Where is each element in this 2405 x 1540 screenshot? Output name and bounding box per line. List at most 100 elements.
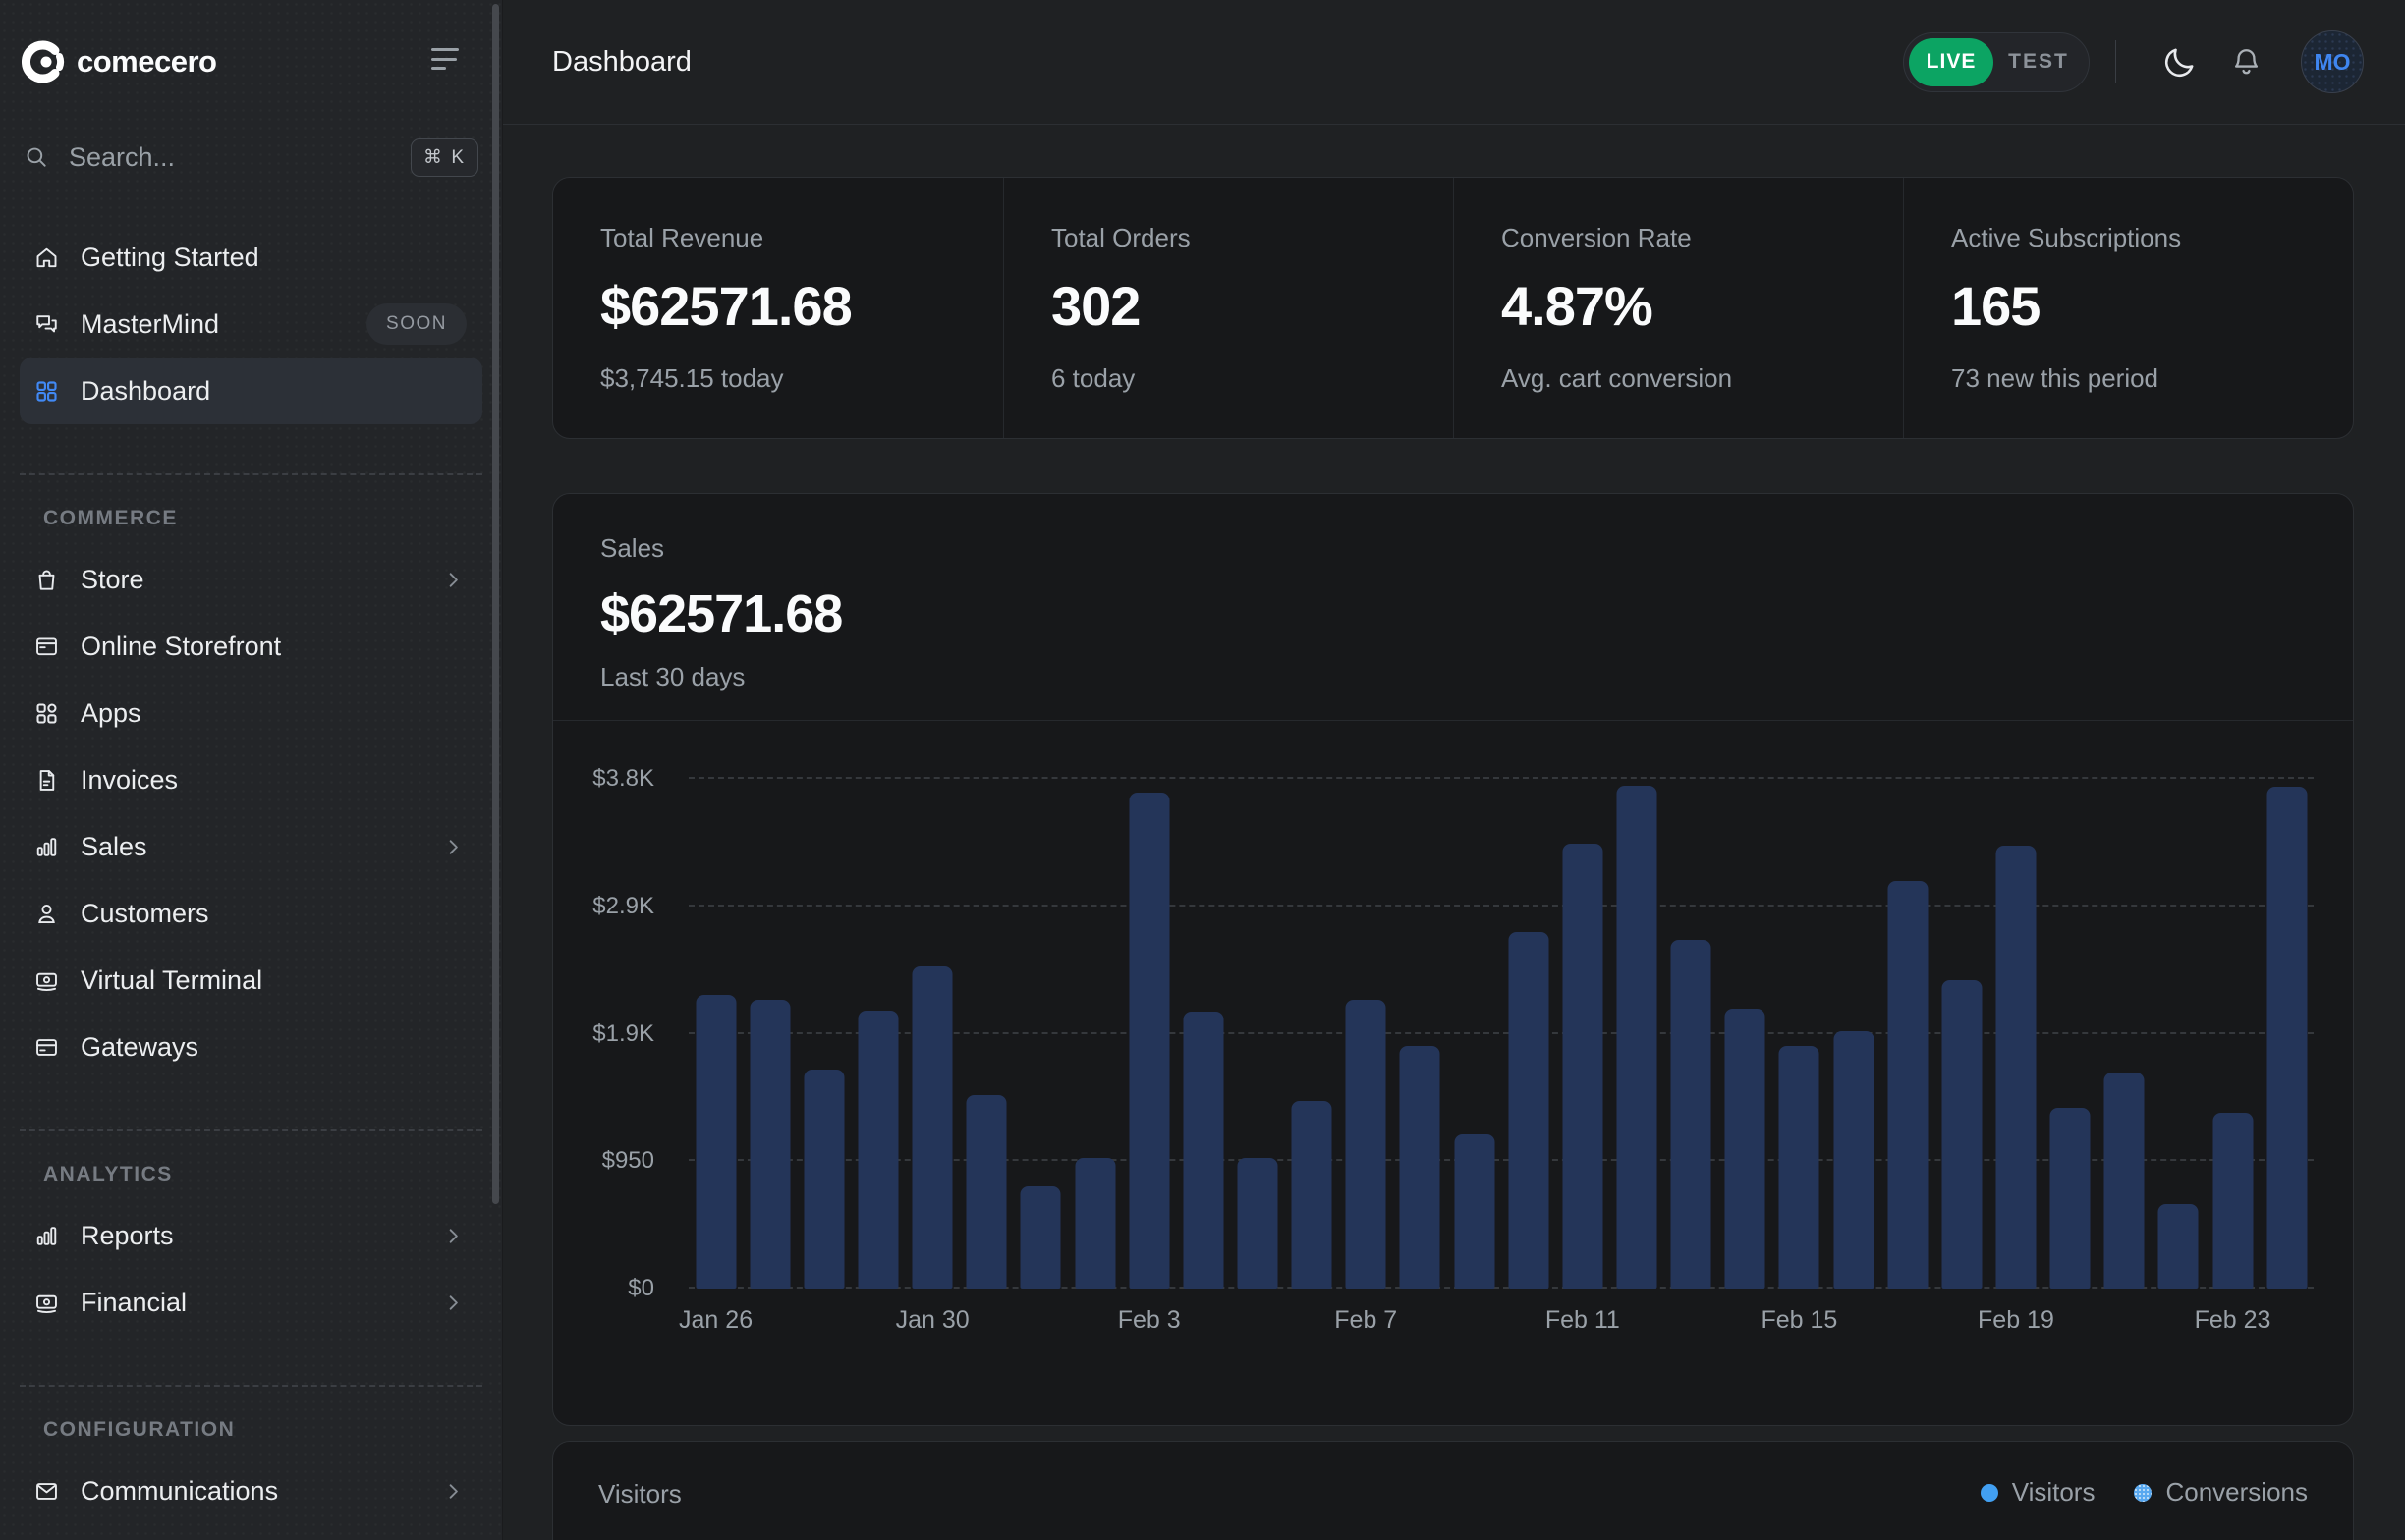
stat-subtext: $3,745.15 today — [600, 363, 956, 394]
legend-item-visitors: Visitors — [1981, 1477, 2096, 1508]
chart-bar-slot — [1393, 779, 1447, 1289]
x-axis-tick: Feb 7 — [1334, 1306, 1397, 1335]
notifications-button[interactable] — [2213, 45, 2279, 80]
sidebar-item-dashboard[interactable]: Dashboard — [20, 358, 482, 424]
comecero-logo[interactable]: comecero — [20, 39, 216, 84]
sidebar-nav: Getting StartedMasterMindSOON Dashboard CO… — [20, 224, 482, 1524]
chart-bar-slot — [2043, 779, 2097, 1289]
sidebar-collapse-button[interactable] — [431, 46, 461, 72]
sales-bar-feb-15 — [1779, 1046, 1819, 1289]
y-axis-tick: $2.9K — [592, 893, 654, 920]
stats-row: Total Revenue$62571.68$3,745.15 todayTot… — [552, 177, 2354, 439]
sidebar-item-customers[interactable]: Customers — [20, 880, 482, 947]
top-bar-actions: LIVE TEST — [1903, 30, 2364, 93]
sales-bar-chart: $0$950$1.9K$2.9K$3.8KJan 26Jan 30Feb 3Fe… — [553, 721, 2353, 1425]
chart-bar-slot — [1664, 779, 1718, 1289]
sales-bar-feb-1 — [1021, 1186, 1061, 1289]
chevron-right-icon — [442, 1292, 465, 1314]
sidebar-scrollbar[interactable] — [492, 4, 499, 1204]
chart-bar-slot — [2097, 779, 2152, 1289]
stat-value: $62571.68 — [600, 279, 956, 334]
chart-bar-slot — [1880, 779, 1934, 1289]
sidebar-item-label: Online Storefront — [81, 632, 281, 662]
sidebar-item-label: Virtual Terminal — [81, 965, 262, 996]
sales-bar-jan-30 — [913, 966, 953, 1289]
legend-label: Conversions — [2165, 1477, 2308, 1508]
stat-value: 302 — [1051, 279, 1406, 334]
sales-card: Sales $62571.68 Last 30 days $0$950$1.9K… — [552, 493, 2354, 1426]
sidebar: comecero Search... ⌘ K Getting StartedMa… — [0, 0, 503, 1540]
sidebar-item-label: Gateways — [81, 1032, 198, 1063]
chart-bar-slot — [2152, 779, 2206, 1289]
chevron-right-icon — [442, 569, 465, 591]
sales-bar-feb-3 — [1129, 793, 1169, 1289]
chart-bar-slot — [1285, 779, 1339, 1289]
avatar-initials: MO — [2314, 49, 2350, 76]
sales-bar-feb-14 — [1725, 1009, 1765, 1289]
sales-bar-feb-13 — [1671, 940, 1711, 1289]
sales-bar-feb-9 — [1454, 1134, 1494, 1289]
sidebar-item-invoices[interactable]: Invoices — [20, 746, 482, 813]
sidebar-item-communications[interactable]: Communications — [20, 1458, 482, 1524]
chart-bar-slot: Jan 26 — [689, 779, 743, 1289]
stat-subtext: 6 today — [1051, 363, 1406, 394]
sidebar-item-gateways[interactable]: Gateways — [20, 1014, 482, 1080]
chart-bar-slot — [1230, 779, 1284, 1289]
section-title-configuration: CONFIGURATION — [20, 1418, 482, 1442]
theme-toggle-button[interactable] — [2146, 44, 2213, 81]
chart-bar-slot — [1447, 779, 1501, 1289]
chart-bar-slot: Jan 30 — [906, 779, 960, 1289]
chart-bar-slot — [1609, 779, 1663, 1289]
chart-bar-slot: Feb 23 — [2206, 779, 2260, 1289]
sales-bar-jan-29 — [858, 1011, 898, 1289]
chart-bar-slot — [851, 779, 905, 1289]
y-axis-tick: $3.8K — [592, 765, 654, 793]
sidebar-item-label: Reports — [81, 1221, 174, 1251]
chart-bar-slot: Feb 11 — [1555, 779, 1609, 1289]
stat-card-total-orders: Total Orders3026 today — [1003, 178, 1453, 438]
y-axis-tick: $950 — [602, 1147, 654, 1175]
sidebar-logo-row: comecero — [20, 37, 482, 86]
test-mode-button[interactable]: TEST — [1993, 50, 2084, 74]
stat-subtext: Avg. cart conversion — [1501, 363, 1856, 394]
stat-card-active-subscriptions: Active Subscriptions16573 new this perio… — [1903, 178, 2353, 438]
sidebar-item-getting-started[interactable]: Getting Started — [20, 224, 482, 291]
sales-bar-jan-28 — [804, 1070, 844, 1289]
page-title: Dashboard — [552, 46, 692, 79]
x-axis-tick: Feb 3 — [1118, 1306, 1181, 1335]
sidebar-item-mastermind[interactable]: MasterMindSOON — [20, 291, 482, 358]
chart-bar-slot — [797, 779, 851, 1289]
search-input[interactable]: Search... ⌘ K — [20, 128, 482, 187]
chevron-right-icon — [442, 836, 465, 858]
x-axis-tick: Jan 26 — [679, 1306, 753, 1335]
sales-bar-feb-19 — [1995, 846, 2036, 1289]
sales-bar-feb-22 — [2158, 1204, 2199, 1289]
sidebar-item-label: Financial — [81, 1288, 187, 1318]
sidebar-item-label: MasterMind — [81, 309, 219, 340]
app-root: comecero Search... ⌘ K Getting StartedMa… — [0, 0, 2405, 1540]
sidebar-item-financial[interactable]: Financial — [20, 1269, 482, 1336]
sidebar-item-online-storefront[interactable]: Online Storefront — [20, 613, 482, 680]
sidebar-item-store[interactable]: Store — [20, 546, 482, 613]
sidebar-item-label: Dashboard — [81, 376, 210, 407]
sidebar-item-virtual-terminal[interactable]: Virtual Terminal — [20, 947, 482, 1014]
sidebar-item-reports[interactable]: Reports — [20, 1202, 482, 1269]
invoice-icon — [33, 767, 60, 794]
comecero-logo-icon — [20, 39, 65, 84]
chart-plot-area: Jan 26Jan 30Feb 3Feb 7Feb 11Feb 15Feb 19… — [689, 779, 2314, 1289]
sidebar-item-apps[interactable]: Apps — [20, 680, 482, 746]
chart-bar-slot: Feb 19 — [1988, 779, 2042, 1289]
stat-subtext: 73 new this period — [1951, 363, 2306, 394]
sidebar-item-sales[interactable]: Sales — [20, 813, 482, 880]
chart-bar-slot — [1934, 779, 1988, 1289]
user-avatar[interactable]: MO — [2301, 30, 2364, 93]
search-placeholder: Search... — [69, 142, 391, 173]
chart-bar-slot: Feb 3 — [1122, 779, 1176, 1289]
section-divider — [20, 1129, 482, 1131]
sales-period-label: Last 30 days — [600, 662, 2306, 692]
sales-bar-jan-26 — [696, 995, 736, 1289]
top-bar: Dashboard LIVE TEST — [503, 0, 2405, 125]
chart-icon — [33, 1223, 60, 1249]
live-mode-button[interactable]: LIVE — [1909, 38, 1993, 86]
mail-icon — [33, 1478, 60, 1505]
